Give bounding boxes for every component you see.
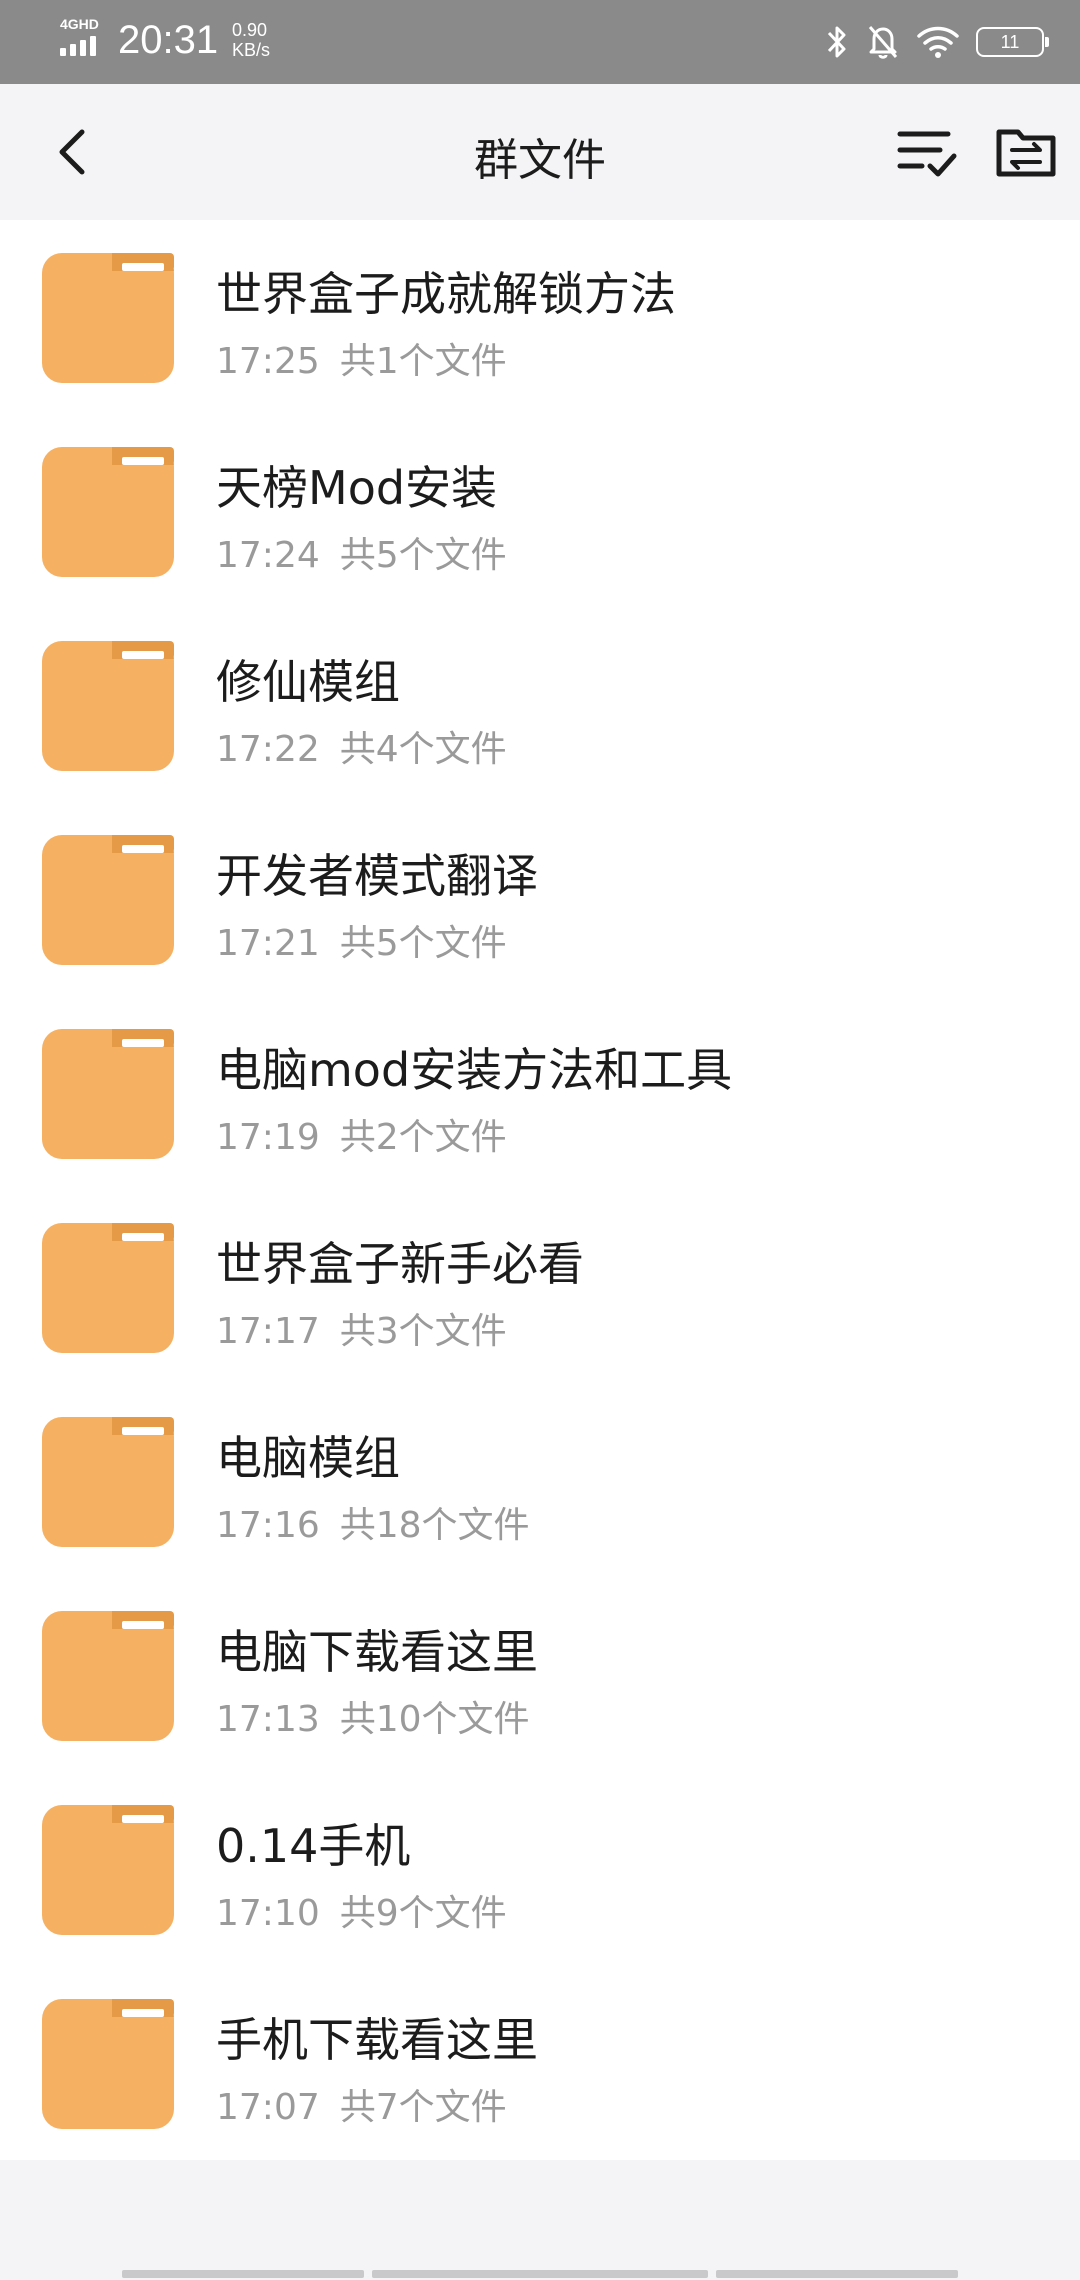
folder-time: 17:25 <box>216 341 320 382</box>
folder-meta: 17:16 共18个文件 <box>216 1496 530 1548</box>
list-item[interactable]: 修仙模组 17:22 共4个文件 <box>0 608 1080 802</box>
list-item[interactable]: 0.14手机 17:10 共9个文件 <box>0 1772 1080 1966</box>
folder-icon <box>42 1999 174 2129</box>
folder-file-count: 共4个文件 <box>339 729 507 770</box>
network-speed: 0.90 KB/s <box>232 20 270 60</box>
folder-time: 17:22 <box>216 729 320 770</box>
multi-select-icon[interactable] <box>896 120 960 184</box>
folder-time: 17:19 <box>216 1117 320 1158</box>
file-list: 世界盒子成就解锁方法 17:25 共1个文件 天榜Mod安装 17:24 共5个文件 修仙模… <box>0 220 1080 2160</box>
folder-name: 电脑mod安装方法和工具 <box>216 1043 733 1097</box>
folder-icon <box>42 1417 174 1547</box>
list-item[interactable]: 电脑模组 17:16 共18个文件 <box>0 1384 1080 1578</box>
folder-meta: 17:21 共5个文件 <box>216 914 507 966</box>
folder-name: 电脑模组 <box>216 1431 400 1485</box>
folder-meta: 17:19 共2个文件 <box>216 1108 507 1160</box>
folder-meta: 17:07 共7个文件 <box>216 2078 507 2130</box>
folder-name: 电脑下载看这里 <box>216 1625 538 1679</box>
folder-meta: 17:13 共10个文件 <box>216 1690 530 1742</box>
folder-time: 17:07 <box>216 2087 320 2128</box>
bottom-indicator <box>0 2266 1080 2280</box>
network-type: 4GHD <box>60 16 99 32</box>
folder-file-count: 共3个文件 <box>339 1311 507 1352</box>
folder-icon <box>42 1805 174 1935</box>
folder-file-count: 共18个文件 <box>339 1505 530 1546</box>
battery-level: 11 <box>1000 32 1020 52</box>
folder-icon <box>42 1611 174 1741</box>
header-bar: 群文件 <box>0 84 1080 220</box>
folder-file-count: 共5个文件 <box>339 535 507 576</box>
folder-name: 0.14手机 <box>216 1819 411 1873</box>
folder-file-count: 共5个文件 <box>339 923 507 964</box>
folder-icon <box>42 641 174 771</box>
folder-icon <box>42 447 174 577</box>
mute-icon <box>868 26 898 59</box>
folder-name: 天榜Mod安装 <box>216 461 498 515</box>
folder-meta: 17:25 共1个文件 <box>216 332 507 384</box>
folder-icon <box>42 835 174 965</box>
folder-icon <box>42 1029 174 1159</box>
signal-icon <box>60 34 106 56</box>
folder-file-count: 共9个文件 <box>339 1893 507 1934</box>
folder-time: 17:10 <box>216 1893 320 1934</box>
folder-name: 世界盒子成就解锁方法 <box>216 267 676 321</box>
folder-name: 手机下载看这里 <box>216 2013 538 2067</box>
folder-file-count: 共7个文件 <box>339 2087 507 2128</box>
folder-file-count: 共2个文件 <box>339 1117 507 1158</box>
folder-time: 17:24 <box>216 535 320 576</box>
folder-move-icon[interactable] <box>994 120 1058 184</box>
folder-time: 17:21 <box>216 923 320 964</box>
folder-time: 17:17 <box>216 1311 320 1352</box>
folder-meta: 17:24 共5个文件 <box>216 526 507 578</box>
list-item[interactable]: 世界盒子新手必看 17:17 共3个文件 <box>0 1190 1080 1384</box>
list-item[interactable]: 电脑mod安装方法和工具 17:19 共2个文件 <box>0 996 1080 1190</box>
list-item[interactable]: 电脑下载看这里 17:13 共10个文件 <box>0 1578 1080 1772</box>
folder-icon <box>42 1223 174 1353</box>
status-bar: 4GHD 20:31 0.90 KB/s 11 <box>0 0 1080 84</box>
network-speed-unit: KB/s <box>232 40 271 60</box>
folder-file-count: 共1个文件 <box>339 341 507 382</box>
bluetooth-icon <box>827 26 846 58</box>
folder-meta: 17:10 共9个文件 <box>216 1884 507 1936</box>
wifi-icon <box>917 26 959 58</box>
folder-icon <box>42 253 174 383</box>
network-speed-value: 0.90 <box>232 20 268 40</box>
folder-meta: 17:22 共4个文件 <box>216 720 507 772</box>
battery-icon: 11 <box>976 27 1049 57</box>
list-item[interactable]: 世界盒子成就解锁方法 17:25 共1个文件 <box>0 220 1080 414</box>
list-item[interactable]: 开发者模式翻译 17:21 共5个文件 <box>0 802 1080 996</box>
folder-name: 修仙模组 <box>216 655 400 709</box>
folder-time: 17:16 <box>216 1505 320 1546</box>
list-item[interactable]: 手机下载看这里 17:07 共7个文件 <box>0 1966 1080 2160</box>
folder-file-count: 共10个文件 <box>339 1699 530 1740</box>
status-time: 20:31 <box>118 18 219 62</box>
folder-time: 17:13 <box>216 1699 320 1740</box>
folder-name: 开发者模式翻译 <box>216 849 538 903</box>
folder-meta: 17:17 共3个文件 <box>216 1302 507 1354</box>
list-item[interactable]: 天榜Mod安装 17:24 共5个文件 <box>0 414 1080 608</box>
folder-name: 世界盒子新手必看 <box>216 1237 584 1291</box>
